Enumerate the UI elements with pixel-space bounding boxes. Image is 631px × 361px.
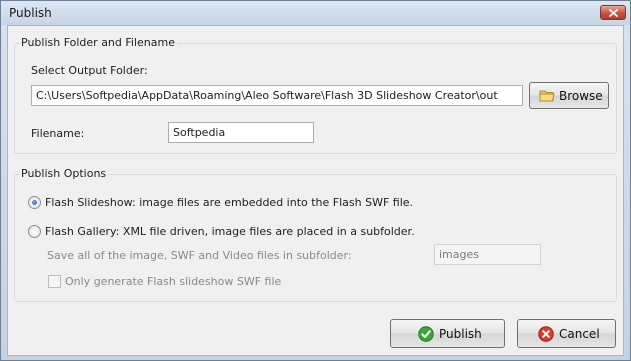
filename-input[interactable]: Softpedia <box>168 122 314 143</box>
window-title: Publish <box>9 6 52 20</box>
browse-button-label: Browse <box>559 89 603 103</box>
output-folder-input[interactable]: C:\Users\Softpedia\AppData\Roaming\Aleo … <box>31 85 523 106</box>
publish-folder-group-label: Publish Folder and Filename <box>19 36 177 49</box>
browse-button[interactable]: Browse <box>529 82 609 109</box>
dialog-body: Publish Folder and Filename Select Outpu… <box>7 25 624 356</box>
cancel-button-label: Cancel <box>559 327 600 341</box>
cancel-button[interactable]: Cancel <box>517 319 616 348</box>
cancel-icon <box>538 326 554 342</box>
flash-gallery-label[interactable]: Flash Gallery: XML file driven, image fi… <box>45 225 415 238</box>
filename-label: Filename: <box>31 127 85 140</box>
publish-options-group-label: Publish Options <box>19 167 109 180</box>
flash-gallery-radio[interactable] <box>28 225 41 238</box>
title-bar[interactable]: Publish <box>1 1 630 25</box>
close-icon <box>609 9 618 17</box>
publish-dialog: Publish Publish Folder and Filename Sele… <box>0 0 631 361</box>
only-swf-label[interactable]: Only generate Flash slideshow SWF file <box>65 275 281 288</box>
folder-icon <box>539 90 555 102</box>
only-swf-checkbox[interactable] <box>48 275 61 288</box>
subfolder-label: Save all of the image, SWF and Video fil… <box>47 249 352 262</box>
close-button[interactable] <box>600 5 626 20</box>
check-icon <box>418 326 434 342</box>
flash-slideshow-radio[interactable] <box>28 196 41 209</box>
publish-button-label: Publish <box>439 327 482 341</box>
publish-button[interactable]: Publish <box>390 319 505 348</box>
select-output-folder-label: Select Output Folder: <box>31 64 148 77</box>
radio-selected-dot <box>32 200 37 205</box>
subfolder-input[interactable]: images <box>434 244 541 265</box>
flash-slideshow-label[interactable]: Flash Slideshow: image files are embedde… <box>45 196 413 209</box>
